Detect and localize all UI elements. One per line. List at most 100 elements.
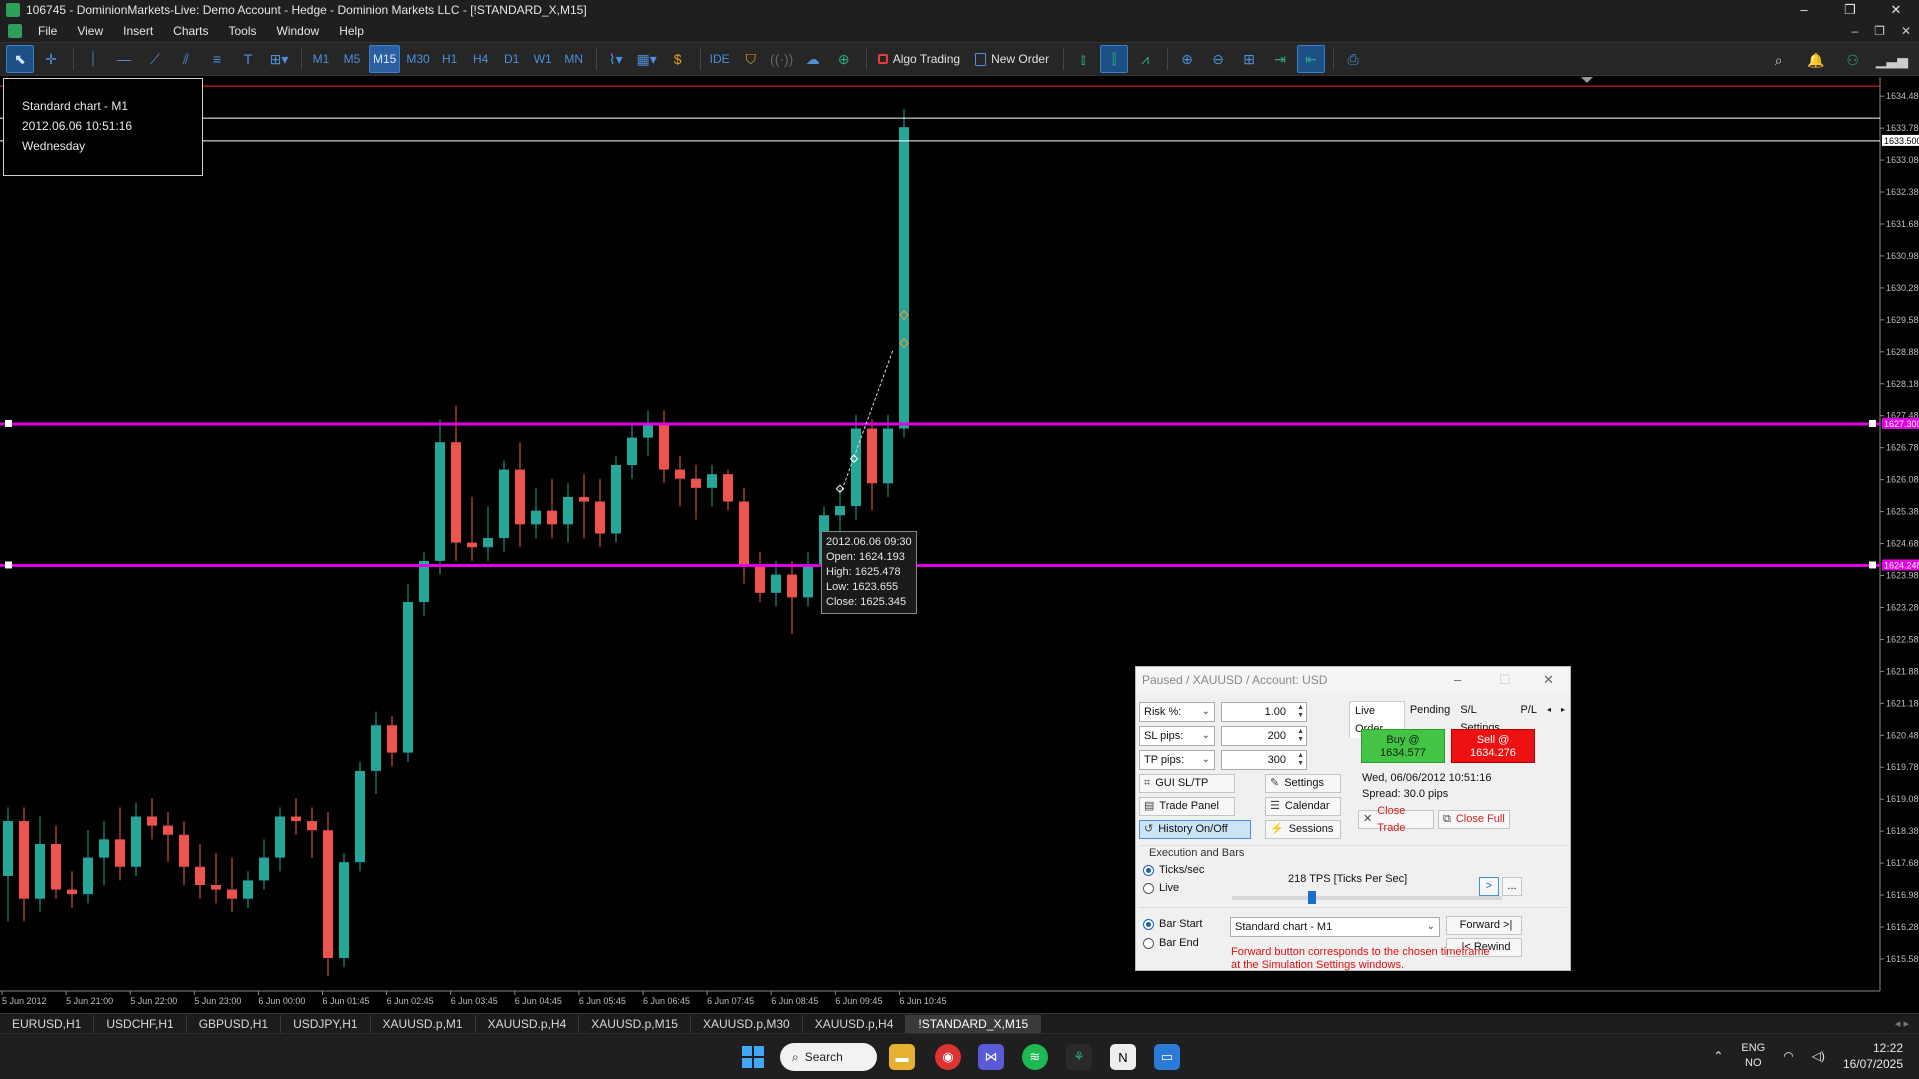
play-button[interactable]: > [1479,877,1499,896]
symbol-tab[interactable]: XAUUSD.p,M15 [579,1014,691,1033]
timeframe-d1[interactable]: D1 [498,45,526,73]
close-button[interactable]: ✕ [1873,0,1919,20]
bar-start-radio[interactable]: Bar Start [1143,918,1202,930]
horizontal-line-icon[interactable]: ― [110,45,138,73]
line-chart-icon[interactable]: ⩘ [1131,45,1159,73]
slider-thumb[interactable] [1307,891,1316,904]
maximize-button[interactable]: ❐ [1827,0,1873,20]
symbol-tab[interactable]: GBPUSD,H1 [187,1014,282,1033]
zoom-out-icon[interactable]: ⊖ [1204,45,1232,73]
cursor-tool-icon[interactable]: ⬉ [6,45,34,73]
spinner-icon[interactable]: ▲ ▼ [1297,728,1304,744]
chart-shift-icon[interactable]: ⇤ [1297,45,1326,73]
vertical-line-icon[interactable]: ⏐ [79,45,107,73]
child-restore-icon[interactable]: ❐ [1874,20,1885,42]
window-app-icon[interactable]: ▭ [1154,1044,1180,1070]
trendline-icon[interactable]: ⟋ [141,45,169,73]
symbol-tab[interactable]: XAUUSD.p,M30 [691,1014,803,1033]
new-order-button[interactable]: New Order [969,45,1055,73]
menu-insert[interactable]: Insert [113,20,163,42]
algo-trading-button[interactable]: Algo Trading [872,45,966,73]
panel-maximize-icon[interactable]: ☐ [1499,667,1511,693]
dollar-icon[interactable]: $ [664,45,692,73]
account-icon[interactable]: ⚇ [1839,46,1867,74]
fibonacci-icon[interactable]: ≡ [203,45,231,73]
language-indicator[interactable]: ENG NO [1741,1041,1765,1071]
text-icon[interactable]: T [234,45,262,73]
sessions-button[interactable]: ⚡ Sessions [1265,820,1341,839]
signal-icon[interactable]: ((·)) [768,45,796,73]
sell-button[interactable]: Sell @ 1634.276 [1451,729,1535,763]
close-trade-button[interactable]: ✕ Close Trade [1358,805,1434,834]
notion-icon[interactable]: N [1110,1044,1136,1070]
tile-windows-icon[interactable]: ⊞ [1235,45,1263,73]
timeframe-m1[interactable]: M1 [307,45,335,73]
file-explorer-icon[interactable]: ▬ [889,1044,915,1070]
buy-button[interactable]: Buy @ 1634.577 [1361,729,1445,763]
zoom-in-icon[interactable]: ⊕ [1173,45,1201,73]
notifications-icon[interactable]: 🔔 [1802,46,1830,74]
chart-select[interactable]: Standard chart - M1 ⌄ [1230,917,1440,937]
child-minimize-icon[interactable]: – [1851,20,1858,42]
vps-cloud-icon[interactable]: ☁ [799,45,827,73]
gui-sltp-button[interactable]: ⌗ GUI SL/TP [1139,774,1235,793]
menu-help[interactable]: Help [329,20,374,42]
tp-select[interactable]: TP pips: ⌄ [1139,750,1215,770]
symbol-tab[interactable]: USDJPY,H1 [281,1014,371,1033]
taskbar-search[interactable]: ⌕ Search [780,1043,877,1071]
settings-button[interactable]: ✎ Settings [1265,774,1341,793]
trade-panel-button[interactable]: ▤ Trade Panel [1139,797,1235,816]
globe-icon[interactable]: ⊕ [830,45,858,73]
close-full-button[interactable]: ⧉ Close Full [1438,810,1510,829]
menu-file[interactable]: File [28,20,67,42]
live-radio[interactable]: Live [1143,882,1179,894]
bar-chart-icon[interactable]: ⫾ [1069,45,1097,73]
volume-icon[interactable]: ◁) [1812,1049,1825,1063]
child-close-icon[interactable]: ✕ [1901,20,1911,42]
calendar-button[interactable]: ☰ Calendar [1265,797,1341,816]
menu-window[interactable]: Window [267,20,330,42]
timeframe-mn[interactable]: MN [560,45,588,73]
sl-select[interactable]: SL pips: ⌄ [1139,726,1215,746]
panel-minimize-icon[interactable]: – [1454,667,1461,693]
taskbar-clock[interactable]: 12:22 16/07/2025 [1843,1040,1903,1072]
symbol-tab[interactable]: EURUSD,H1 [0,1014,95,1033]
history-toggle-button[interactable]: ↺ History On/Off [1139,820,1251,839]
tps-slider[interactable] [1232,891,1502,904]
minimize-button[interactable]: – [1781,0,1827,20]
forward-button[interactable]: Forward >| [1446,916,1522,935]
risk-select[interactable]: Risk %: ⌄ [1139,702,1215,722]
sl-input[interactable]: 200 ▲ ▼ [1221,726,1307,746]
spinner-icon[interactable]: ▲ ▼ [1297,752,1304,768]
ide-button[interactable]: IDE [706,45,734,73]
timeframe-m30[interactable]: M30 [403,45,432,73]
menu-view[interactable]: View [67,20,113,42]
windows-start-icon[interactable] [742,1046,764,1068]
indicators-icon[interactable]: ⌇▾ [602,45,630,73]
bar-end-radio[interactable]: Bar End [1143,937,1199,949]
tab-scroll-right-icon[interactable]: ▸ [1556,701,1570,738]
symbol-tab[interactable]: USDCHF,H1 [94,1014,187,1033]
menu-tools[interactable]: Tools [219,20,267,42]
panel-close-icon[interactable]: ✕ [1543,667,1554,693]
symbol-tab[interactable]: XAUUSD.p,M1 [371,1014,476,1033]
timeframe-h1[interactable]: H1 [436,45,464,73]
tab-scroll-left-icon[interactable]: ◂ [1542,701,1556,738]
chrome-icon[interactable]: ◉ [935,1044,961,1070]
menu-charts[interactable]: Charts [163,20,218,42]
autoscroll-icon[interactable]: ⇥ [1266,45,1294,73]
more-button[interactable]: ... [1502,877,1522,896]
chevron-up-icon[interactable]: ⌃ [1713,1049,1723,1063]
risk-input[interactable]: 1.00 ▲ ▼ [1221,702,1307,722]
candlestick-chart-icon[interactable]: ⫿ [1100,45,1129,73]
channel-icon[interactable]: ⫽ [172,45,200,73]
symbol-tab[interactable]: XAUUSD.p,H4 [476,1014,580,1033]
symbol-tab[interactable]: XAUUSD.p,H4 [803,1014,907,1033]
timeframe-h4[interactable]: H4 [467,45,495,73]
tp-input[interactable]: 300 ▲ ▼ [1221,750,1307,770]
tab-scroll-icon[interactable]: ◂ ▸ [1895,1017,1909,1030]
timeframe-m15[interactable]: M15 [369,45,401,73]
shapes-icon[interactable]: ⊞▾ [265,45,293,73]
timeframe-w1[interactable]: W1 [529,45,557,73]
wifi-icon[interactable]: ◠ [1783,1049,1793,1063]
